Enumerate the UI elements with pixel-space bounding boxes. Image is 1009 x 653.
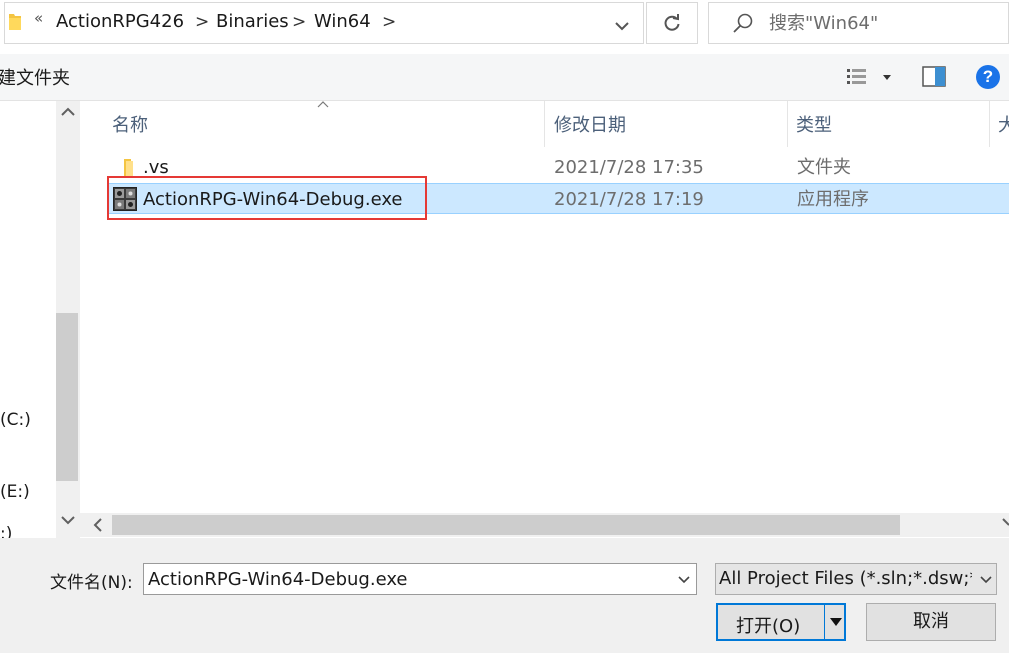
sort-ascending-icon (317, 98, 329, 111)
file-type: 应用程序 (797, 189, 869, 210)
file-date: 2021/7/28 17:19 (554, 189, 704, 210)
breadcrumb-overflow[interactable]: « (34, 9, 43, 27)
highlight-annotation (107, 176, 427, 220)
breadcrumb-separator[interactable]: > (382, 12, 396, 32)
chevron-down-icon[interactable] (976, 570, 996, 588)
refresh-icon (664, 14, 680, 31)
file-type: 文件夹 (797, 157, 851, 178)
refresh-button[interactable] (646, 2, 698, 44)
filename-combobox[interactable] (143, 563, 697, 595)
chevron-up-icon[interactable] (58, 104, 78, 120)
filename-input[interactable] (148, 568, 668, 590)
view-options-icon[interactable] (846, 66, 898, 90)
nav-item-drive-c[interactable]: (C:) (0, 410, 31, 430)
chevron-right-icon[interactable] (1000, 515, 1009, 535)
search-input[interactable] (769, 11, 999, 35)
breadcrumb-separator[interactable]: > (195, 12, 209, 32)
file-date: 2021/7/28 17:35 (554, 157, 704, 178)
folder-icon (124, 159, 133, 177)
search-box[interactable] (708, 2, 1009, 44)
file-type-filter-value: All Project Files (*.sln;*.dsw;*.v (719, 568, 995, 589)
column-divider[interactable] (544, 101, 545, 147)
breadcrumb-separator[interactable]: > (292, 12, 306, 32)
open-button[interactable]: 打开(O) (716, 603, 846, 641)
column-header-type[interactable]: 类型 (796, 111, 832, 137)
chevron-down-icon[interactable] (674, 570, 694, 588)
nav-item-drive-f[interactable]: :) (0, 524, 12, 538)
help-icon[interactable]: ? (976, 65, 1000, 89)
column-header-name[interactable]: 名称 (112, 111, 148, 137)
navigation-pane (0, 101, 56, 538)
column-divider[interactable] (787, 101, 788, 147)
horizontal-scrollbar-thumb[interactable] (112, 515, 900, 535)
column-header-date[interactable]: 修改日期 (554, 111, 626, 137)
new-folder-button[interactable]: 建文件夹 (0, 64, 70, 90)
breadcrumb-win64[interactable]: Win64 (314, 11, 371, 32)
breadcrumb-actionrpg426[interactable]: ActionRPG426 (56, 11, 184, 32)
toolbar: 建文件夹 ? (0, 54, 1009, 101)
dropdown-arrow-icon[interactable] (829, 616, 843, 628)
cancel-button[interactable]: 取消 (866, 603, 996, 641)
chevron-down-icon[interactable] (608, 12, 636, 40)
search-icon (733, 13, 753, 33)
split-divider (824, 605, 825, 639)
chevron-left-icon[interactable] (90, 515, 106, 535)
filename-label: 文件名(N): (50, 573, 133, 593)
folder-icon (9, 14, 21, 30)
preview-pane-icon[interactable] (922, 66, 948, 88)
nav-item-drive-e[interactable]: (E:) (0, 482, 30, 502)
column-divider[interactable] (989, 101, 990, 147)
nav-scrollbar-thumb[interactable] (56, 313, 78, 481)
file-type-filter[interactable]: All Project Files (*.sln;*.dsw;*.v (715, 563, 997, 595)
open-button-label: 打开(O) (736, 616, 801, 637)
chevron-down-icon[interactable] (58, 512, 78, 528)
column-header-size[interactable]: 大 (998, 111, 1009, 137)
breadcrumb-binaries[interactable]: Binaries (216, 11, 289, 32)
